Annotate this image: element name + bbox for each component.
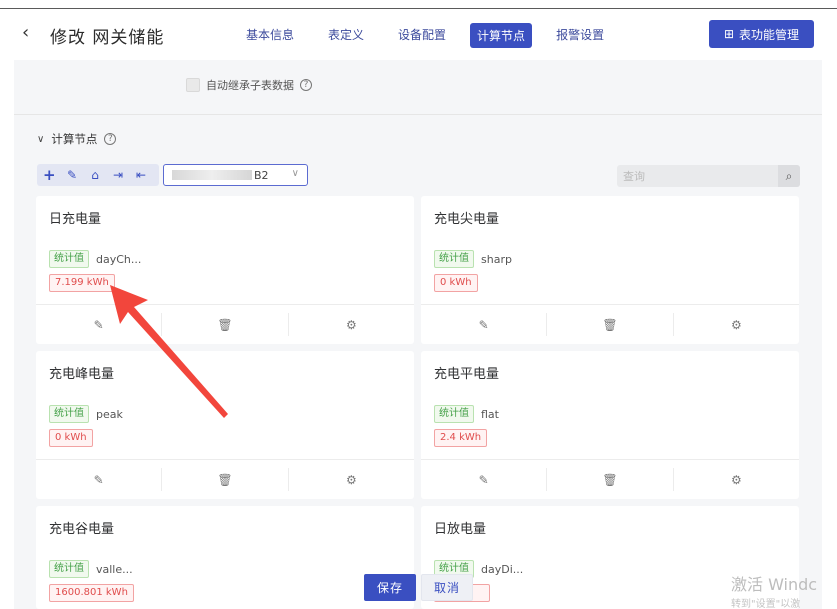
card-title: 充电尖电量 — [434, 212, 500, 227]
delete-icon[interactable]: 🗑 — [547, 313, 674, 336]
node-code: dayDi... — [481, 562, 524, 576]
search-box: ⌕ — [617, 165, 800, 187]
settings-icon[interactable]: ⚙ — [289, 313, 414, 336]
tab-table-definition[interactable]: 表定义 — [318, 23, 374, 48]
node-value: 1600.801 kWh — [49, 584, 134, 602]
search-input[interactable] — [617, 169, 777, 183]
select-suffix: B2 — [254, 168, 269, 182]
inherit-row: 自动继承子表数据 ? — [186, 77, 312, 93]
node-code: flat — [481, 407, 499, 421]
edit-icon[interactable]: ✎ — [421, 313, 548, 336]
stat-tag: 统计值 — [434, 405, 474, 423]
node-card: 充电尖电量 统计值 sharp 0 kWh ✎ 🗑 ⚙ — [421, 196, 799, 344]
card-title: 日放电量 — [434, 522, 487, 537]
activation-watermark-sub: 转到"设置"以激 — [731, 599, 801, 609]
redacted-text — [172, 170, 252, 180]
node-code: valle... — [96, 562, 133, 576]
export-icon[interactable]: ⇤ — [135, 169, 147, 181]
grid-icon: ⊞ — [723, 27, 735, 41]
node-card: 充电峰电量 统计值 peak 0 kWh ✎ 🗑 ⚙ — [36, 351, 414, 499]
cancel-button[interactable]: 取消 — [421, 574, 473, 601]
node-code: sharp — [481, 252, 512, 266]
node-value: 0 kWh — [434, 274, 478, 292]
add-icon[interactable]: + — [43, 168, 56, 183]
help-icon[interactable]: ? — [300, 79, 312, 91]
card-title: 充电平电量 — [434, 367, 500, 382]
edit-icon[interactable]: ✎ — [36, 313, 163, 336]
node-value: 7.199 kWh — [49, 274, 115, 292]
section-divider — [14, 114, 822, 115]
node-card: 充电平电量 统计值 flat 2.4 kWh ✎ 🗑 ⚙ — [421, 351, 799, 499]
meter-select[interactable]: B2 ∨ — [163, 164, 308, 186]
chevron-down-icon[interactable]: ∨ — [37, 134, 44, 145]
section-header[interactable]: ∨ 计算节点 ? — [37, 131, 117, 147]
settings-icon[interactable]: ⚙ — [674, 313, 799, 336]
card-title: 充电峰电量 — [49, 367, 115, 382]
stat-tag: 统计值 — [49, 405, 89, 423]
page-title: 修改 网关储能 — [50, 28, 165, 48]
table-function-label: 表功能管理 — [739, 27, 800, 42]
tab-compute-nodes[interactable]: 计算节点 — [470, 23, 533, 48]
inherit-label: 自动继承子表数据 — [206, 79, 294, 92]
edit-icon[interactable]: ✎ — [421, 468, 548, 491]
settings-icon[interactable]: ⚙ — [674, 468, 799, 491]
tab-device-config[interactable]: 设备配置 — [388, 23, 456, 48]
import-icon[interactable]: ⇥ — [112, 169, 124, 181]
stat-tag: 统计值 — [434, 250, 474, 268]
stat-tag: 统计值 — [49, 250, 89, 268]
node-toolbar: + ✎ ⌂ ⇥ ⇤ — [37, 164, 159, 186]
tab-alarm-settings[interactable]: 报警设置 — [546, 23, 614, 48]
node-value: 2.4 kWh — [434, 429, 488, 447]
node-code: peak — [96, 407, 123, 421]
tab-basic-info[interactable]: 基本信息 — [236, 23, 304, 48]
node-code: dayCh... — [96, 252, 142, 266]
node-value: 0 kWh — [49, 429, 93, 447]
card-title: 充电谷电量 — [49, 522, 115, 537]
inherit-checkbox[interactable] — [186, 78, 200, 92]
stat-tag: 统计值 — [49, 560, 89, 578]
delete-icon[interactable]: 🗑 — [547, 468, 674, 491]
save-button[interactable]: 保存 — [364, 574, 416, 601]
edit-icon[interactable]: ✎ — [66, 169, 78, 181]
delete-icon[interactable]: 🗑 — [162, 313, 289, 336]
node-card: 充电谷电量 统计值 valle... 1600.801 kWh — [36, 506, 414, 609]
activation-watermark: 激活 Windc — [731, 575, 818, 594]
table-function-button[interactable]: ⊞ 表功能管理 — [709, 20, 814, 48]
window-top-bar — [0, 0, 837, 9]
search-icon[interactable]: ⌕ — [778, 165, 800, 187]
settings-icon[interactable]: ⚙ — [289, 468, 414, 491]
section-help-icon[interactable]: ? — [104, 133, 117, 145]
edit-icon[interactable]: ✎ — [36, 468, 163, 491]
delete-icon[interactable]: 🗑 — [162, 468, 289, 491]
tab-bar: 基本信息 表定义 设备配置 计算节点 报警设置 — [236, 23, 628, 48]
page-header: ‹ 修改 网关储能 基本信息 表定义 设备配置 计算节点 报警设置 ⊞ 表功能管… — [0, 10, 837, 60]
building-icon[interactable]: ⌂ — [89, 169, 101, 181]
back-icon[interactable]: ‹ — [22, 22, 29, 43]
section-title: 计算节点 — [51, 132, 98, 146]
chevron-down-icon: ∨ — [291, 168, 299, 179]
node-card: 日充电量 统计值 dayCh... 7.199 kWh ✎ 🗑 ⚙ — [36, 196, 414, 344]
card-title: 日充电量 — [49, 212, 102, 227]
